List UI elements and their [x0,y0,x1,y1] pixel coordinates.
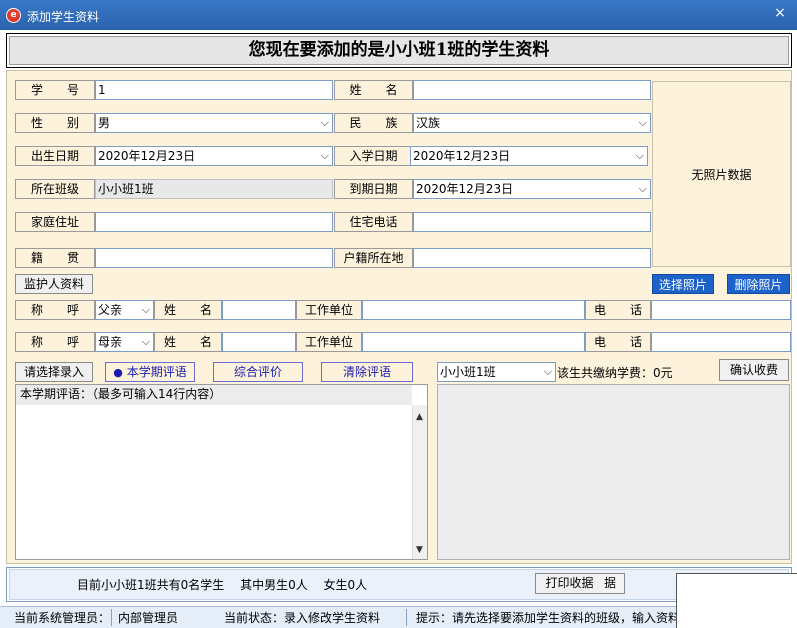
status-tip: 提示：请先选择要添加学生资料的班级，输入资料 [416,611,681,625]
guardian1-name-label: 姓 名 [154,300,222,320]
select-entry-button[interactable]: 请选择录入 [15,362,93,382]
guardian1-title-label: 称 呼 [15,300,95,320]
class-summary: 目前小小班1班共有0名学生 其中男生0人 女生0人 [77,578,368,592]
guardian2-title-select[interactable]: 母亲 ⌵ [95,332,154,352]
select-photo-button[interactable]: 选择照片 [652,274,714,294]
expire-date-picker[interactable]: 2020年12月23日 ⌵ [413,179,651,199]
comment-scrollbar[interactable] [412,405,427,559]
window-title: 添加学生资料 [27,10,100,24]
guardian1-phone-label: 电 话 [585,300,651,320]
chevron-down-icon: ⌵ [638,116,647,129]
guardian1-title-select[interactable]: 父亲 ⌵ [95,300,154,320]
ethnicity-label: 民 族 [334,113,413,133]
print-receipt-button-edge[interactable]: 据 [603,573,625,594]
chevron-down-icon: ⌵ [635,149,644,162]
guardian2-phone-label: 电 话 [585,332,651,352]
comment-textarea[interactable] [15,384,428,560]
guardian1-work-label: 工作单位 [296,300,362,320]
close-icon[interactable]: × [770,4,790,22]
guardian2-work-label: 工作单位 [296,332,362,352]
guardian2-phone-input[interactable] [651,332,791,352]
print-receipt-button[interactable]: 打印收据 [535,573,604,594]
tab-this-term-comment[interactable]: ● 本学期评语 [105,362,195,382]
guardian1-work-input[interactable] [362,300,585,320]
ethnicity-select[interactable]: 汉族 ⌵ [413,113,651,133]
chevron-down-icon: ⌵ [320,116,329,129]
scroll-up-icon[interactable]: ▲ [412,410,427,424]
native-place-label: 籍 贯 [15,248,95,268]
address-label: 家庭住址 [15,212,95,232]
class-label: 所在班级 [15,179,95,199]
photo-area[interactable]: 无照片数据 [652,81,791,267]
fee-records-panel [437,384,790,560]
enroll-date-value: 2020年12月23日 [413,149,511,163]
hukou-label: 户籍所在地 [334,248,413,268]
clear-comment-button[interactable]: 清除评语 [321,362,413,382]
address-input[interactable] [95,212,333,232]
class-field: 小小班1班 [95,179,333,199]
delete-photo-button[interactable]: 删除照片 [727,274,790,294]
hukou-input[interactable] [413,248,651,268]
confirm-fee-button[interactable]: 确认收费 [719,359,789,381]
fee-class-value: 小小班1班 [440,365,496,379]
birth-date-picker[interactable]: 2020年12月23日 ⌵ [95,146,333,166]
enroll-date-label: 入学日期 [334,146,413,166]
ethnicity-value: 汉族 [416,116,441,130]
tab-this-term-comment-label: 本学期评语 [126,365,187,379]
guardian2-name-label: 姓 名 [154,332,222,352]
overlay-window [676,573,797,628]
title-bar[interactable] [0,0,797,30]
name-label: 姓 名 [334,80,413,100]
status-admin-label: 当前系统管理员： [14,611,111,625]
native-place-input[interactable] [95,248,333,268]
guardian-info-button[interactable]: 监护人资料 [15,274,93,294]
home-phone-label: 住宅电话 [334,212,413,232]
guardian2-name-input[interactable] [222,332,296,352]
status-separator [406,609,407,626]
comment-header: 本学期评语：（最多可输入14行内容） [16,385,412,405]
guardian1-phone-input[interactable] [651,300,791,320]
radio-selected-icon: ● [113,366,123,379]
chevron-down-icon: ⌵ [543,365,552,378]
student-no-input[interactable]: 1 [95,80,333,100]
expire-date-value: 2020年12月23日 [416,182,514,196]
fee-summary: 该生共缴纳学费：0元 [557,366,673,380]
student-no-label: 学 号 [15,80,95,100]
gender-value: 男 [98,116,111,130]
chevron-down-icon: ⌵ [320,149,329,162]
status-state: 当前状态：录入修改学生资料 [224,611,381,625]
name-input[interactable] [413,80,651,100]
gender-select[interactable]: 男 ⌵ [95,113,333,133]
birth-date-label: 出生日期 [15,146,95,166]
scroll-down-icon[interactable]: ▼ [412,543,427,557]
tab-overall-eval[interactable]: 综合评价 [213,362,303,382]
guardian2-title-value: 母亲 [98,335,123,349]
enroll-date-picker[interactable]: 2020年12月23日 ⌵ [410,146,648,166]
birth-date-value: 2020年12月23日 [98,149,196,163]
guardian1-name-input[interactable] [222,300,296,320]
chevron-down-icon: ⌵ [141,335,150,348]
gender-label: 性 别 [15,113,95,133]
page-title: 您现在要添加的是小小班1班的学生资料 [248,40,550,60]
chevron-down-icon: ⌵ [638,182,647,195]
status-admin-value: 内部管理员 [118,611,179,625]
home-phone-input[interactable] [413,212,651,232]
status-separator [111,609,112,626]
guardian2-work-input[interactable] [362,332,585,352]
guardian2-title-label: 称 呼 [15,332,95,352]
expire-date-label: 到期日期 [334,179,413,199]
guardian1-title-value: 父亲 [98,303,123,317]
fee-class-select[interactable]: 小小班1班 ⌵ [437,362,556,382]
app-icon: e [6,8,21,23]
chevron-down-icon: ⌵ [141,303,150,316]
